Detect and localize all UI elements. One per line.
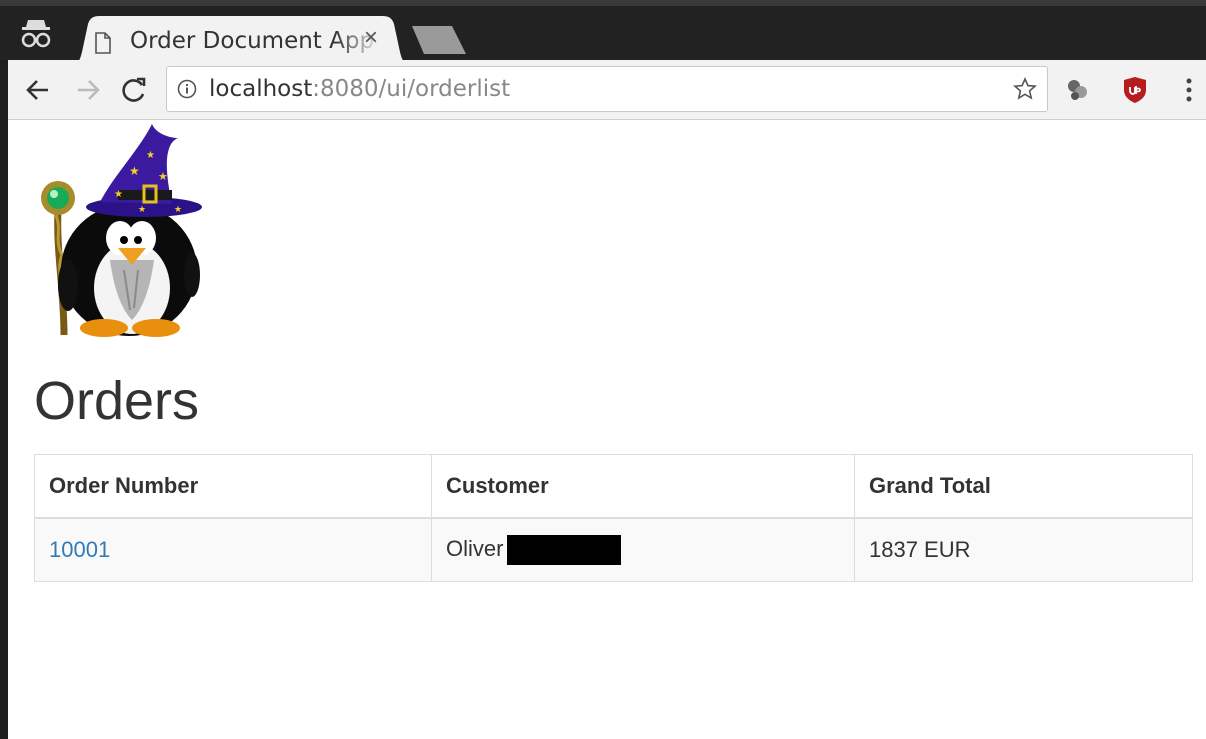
svg-text:★: ★ xyxy=(174,205,182,215)
browser-toolbar: localhost:8080/ui/orderlist xyxy=(8,60,1206,120)
customer-cell: Oliver xyxy=(431,517,855,582)
url-host: localhost xyxy=(209,76,313,102)
url-path: :8080/ui/orderlist xyxy=(312,76,511,102)
svg-text:★: ★ xyxy=(158,170,168,183)
grand-total-cell: 1837 EUR xyxy=(854,517,1193,582)
incognito-icon xyxy=(21,20,51,48)
svg-text:★: ★ xyxy=(146,150,155,161)
url-text: localhost:8080/ui/orderlist xyxy=(209,76,510,102)
tab-title: Order Document App xyxy=(130,28,375,54)
page-title: Orders xyxy=(34,371,200,431)
svg-text:★: ★ xyxy=(138,205,146,215)
back-arrow-icon[interactable] xyxy=(24,76,52,104)
order-number-cell: 10001 xyxy=(34,517,432,582)
table-header-row: Order Number Customer Grand Total xyxy=(34,454,1193,519)
order-number-link[interactable]: 10001 xyxy=(49,537,110,562)
page-icon xyxy=(95,32,111,54)
menu-dots-icon[interactable] xyxy=(1184,76,1194,104)
redaction-block xyxy=(507,535,622,565)
customer-name: Oliver xyxy=(446,535,504,561)
new-tab-button[interactable] xyxy=(412,26,466,54)
info-icon[interactable] xyxy=(177,79,197,99)
wizard-penguin-logo: ★ ★ ★ ★ ★ ★ xyxy=(41,124,202,337)
tab-close-button[interactable]: × xyxy=(364,24,378,52)
address-bar[interactable]: localhost:8080/ui/orderlist xyxy=(166,66,1048,112)
tab-strip: Order Document App × xyxy=(0,0,1206,66)
bookmark-star-icon[interactable] xyxy=(1013,77,1037,101)
svg-text:★: ★ xyxy=(129,164,140,178)
orders-table: Order Number Customer Grand Total 10001 … xyxy=(34,454,1193,582)
ublock-icon[interactable] xyxy=(1123,76,1147,104)
forward-arrow-icon[interactable] xyxy=(74,76,102,104)
reload-icon[interactable] xyxy=(120,76,148,104)
column-header-grand-total: Grand Total xyxy=(854,454,1193,519)
extension-icon[interactable] xyxy=(1066,78,1092,102)
column-header-order-number: Order Number xyxy=(34,454,432,519)
window-frame xyxy=(0,0,8,739)
table-row: 10001 Oliver 1837 EUR xyxy=(34,517,1193,582)
tab-order-document[interactable]: Order Document App × xyxy=(68,16,414,66)
svg-text:★: ★ xyxy=(114,189,123,200)
column-header-customer: Customer xyxy=(431,454,855,519)
